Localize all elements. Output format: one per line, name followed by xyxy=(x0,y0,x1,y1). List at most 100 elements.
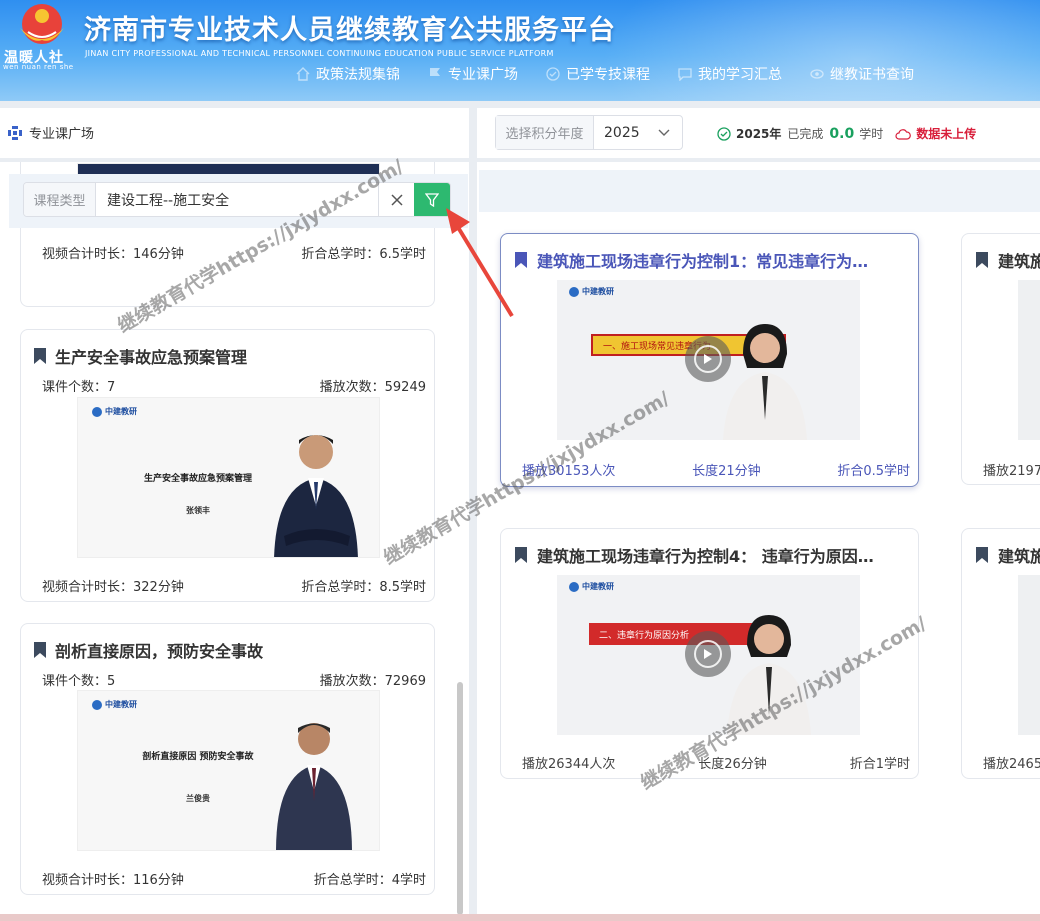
nav-certificate-label: 继教证书查询 xyxy=(830,67,914,83)
logo-subtext: wen nuan ren she xyxy=(3,63,74,71)
flag-icon xyxy=(430,68,440,80)
bottom-strip xyxy=(0,914,1040,921)
video-credit: 折合1学时 xyxy=(849,757,910,772)
play-icon xyxy=(704,649,712,659)
nav-courses[interactable]: 专业课广场 xyxy=(428,64,518,84)
section-bar-left: 专业课广场 xyxy=(0,108,469,158)
course-thumbnail: 中建教研 生产安全事故应急预案管理 张领丰 xyxy=(77,397,380,558)
site-title: 济南市专业技术人员继续教育公共服务平台 xyxy=(84,15,616,46)
year-select[interactable]: 选择积分年度 2025 xyxy=(495,115,683,150)
presenter-image xyxy=(274,435,358,557)
course-type-filter[interactable]: 课程类型 建设工程--施工安全 xyxy=(23,182,451,217)
course-list-panel: 视频合计时长：146分钟 折合总学时：6.5学时 生产安全事故应急预案管理 课件… xyxy=(0,162,469,921)
grid-header-strip xyxy=(479,170,1040,212)
section-title-label: 专业课广场 xyxy=(29,127,95,142)
course-footer: 视频合计时长：116分钟 折合总学时：4学时 xyxy=(42,869,426,888)
cloud-icon xyxy=(895,128,912,140)
video-thumbnail xyxy=(1018,575,1040,735)
eye-icon xyxy=(810,69,824,79)
nav-learned-label: 已学专技课程 xyxy=(566,67,650,83)
nav-summary[interactable]: 我的学习汇总 xyxy=(678,64,782,84)
video-stats: 播放30153人次 长度21分钟 折合0.5学时 xyxy=(522,460,910,479)
course-credit: 折合总学时：6.5学时 xyxy=(301,247,426,262)
video-title-text: 建筑施 xyxy=(998,252,1040,271)
nav-policy-label: 政策法规集锦 xyxy=(316,67,400,83)
bookmark-icon xyxy=(34,642,46,658)
chat-icon xyxy=(678,68,692,81)
course-credit: 折合总学时：4学时 xyxy=(313,873,426,888)
progress-done-label: 已完成 xyxy=(787,127,824,141)
bookmark-icon xyxy=(976,252,988,268)
course-plays: 播放次数：59249 xyxy=(319,380,426,395)
video-plays: 播放2465 xyxy=(983,757,1040,772)
site-subtitle: JINAN CITY PROFESSIONAL AND TECHNICAL PE… xyxy=(85,49,554,58)
video-length: 长度26分钟 xyxy=(698,757,767,772)
nav-learned[interactable]: 已学专技课程 xyxy=(546,64,650,84)
learning-progress: 2025年 已完成 0.0 学时 数据未上传 xyxy=(717,125,976,142)
progress-hours: 0.0 xyxy=(829,125,855,142)
bookmark-icon xyxy=(976,547,988,563)
video-card[interactable]: 建筑施 播放2197 xyxy=(961,233,1040,485)
site-header: 温暖人社 wen nuan ren she 济南市专业技术人员继续教育公共服务平… xyxy=(0,0,1040,101)
video-card[interactable]: 建筑施 播放2465 xyxy=(961,528,1040,779)
clear-filter-button[interactable] xyxy=(378,183,414,216)
video-title-text: 建筑施 xyxy=(998,547,1040,566)
video-stats: 播放26344人次 长度26分钟 折合1学时 xyxy=(522,753,910,772)
video-title-text: 建筑施工现场违章行为控制4： 违章行为原因… xyxy=(537,547,874,566)
bookmark-icon xyxy=(515,547,527,563)
video-length: 长度21分钟 xyxy=(692,464,761,479)
video-title: 建筑施 xyxy=(975,248,1040,272)
video-card[interactable]: 建筑施工现场违章行为控制1：常见违章行为… 中建教研 一、施工现场常见违章行为 … xyxy=(500,233,919,487)
grid-icon xyxy=(8,125,22,140)
year-value: 2025 xyxy=(604,124,640,141)
brand-logo: 中建教研 xyxy=(569,581,614,592)
close-icon xyxy=(390,193,403,206)
course-card[interactable]: 生产安全事故应急预案管理 课件个数：7 播放次数：59249 中建教研 生产安全… xyxy=(20,329,435,602)
presenter-image xyxy=(727,615,811,735)
video-thumbnail xyxy=(1018,280,1040,440)
course-duration: 视频合计时长：322分钟 xyxy=(42,580,184,595)
filter-value[interactable]: 建设工程--施工安全 xyxy=(96,183,378,216)
video-title-text: 建筑施工现场违章行为控制1：常见违章行为… xyxy=(537,252,869,271)
course-footer: 视频合计时长：322分钟 折合总学时：8.5学时 xyxy=(42,576,426,595)
section-title: 专业课广场 xyxy=(8,123,94,142)
course-title: 剖析直接原因，预防安全事故 xyxy=(33,638,263,662)
video-plays: 播放30153人次 xyxy=(522,464,616,479)
video-thumbnail: 中建教研 一、施工现场常见违章行为 xyxy=(557,280,860,440)
nav-certificate[interactable]: 继教证书查询 xyxy=(810,64,914,84)
course-title-text: 剖析直接原因，预防安全事故 xyxy=(55,642,264,661)
scrollbar[interactable] xyxy=(457,682,463,915)
filter-bar: 课程类型 建设工程--施工安全 xyxy=(9,174,468,228)
video-title: 建筑施 xyxy=(975,543,1040,567)
course-stats: 课件个数：5 播放次数：72969 xyxy=(42,670,426,689)
course-count: 课件个数：7 xyxy=(42,380,116,395)
header-glow xyxy=(600,0,1040,101)
video-title: 建筑施工现场违章行为控制4： 违章行为原因… xyxy=(514,543,874,567)
course-count: 课件个数：5 xyxy=(42,674,116,689)
upload-status: 数据未上传 xyxy=(916,127,977,141)
presenter-image xyxy=(723,324,807,440)
course-card[interactable]: 剖析直接原因，预防安全事故 课件个数：5 播放次数：72969 中建教研 剖析直… xyxy=(20,623,435,895)
video-card[interactable]: 建筑施工现场违章行为控制4： 违章行为原因… 中建教研 二、违章行为原因分析 播… xyxy=(500,528,919,779)
course-duration: 视频合计时长：116分钟 xyxy=(42,873,184,888)
brand-logo: 中建教研 xyxy=(92,406,137,417)
video-plays: 播放26344人次 xyxy=(522,757,616,772)
filter-icon xyxy=(425,192,439,207)
bookmark-icon xyxy=(34,348,46,364)
play-button[interactable] xyxy=(685,336,731,382)
video-thumbnail: 中建教研 二、违章行为原因分析 xyxy=(557,575,860,735)
play-button[interactable] xyxy=(685,631,731,677)
course-thumbnail: 中建教研 剖析直接原因 预防安全事故 兰俊贵 xyxy=(77,690,380,851)
nav-policy[interactable]: 政策法规集锦 xyxy=(296,64,400,84)
main-nav: 政策法规集锦 专业课广场 已学专技课程 我的学习汇总 继教证书查询 xyxy=(296,64,942,84)
brand-logo: 中建教研 xyxy=(92,699,137,710)
progress-unit: 学时 xyxy=(859,127,884,141)
chevron-down-icon xyxy=(658,129,670,136)
progress-year: 2025年 xyxy=(736,127,782,141)
course-stats: 课件个数：7 播放次数：59249 xyxy=(42,376,426,395)
check-circle-icon xyxy=(546,67,560,81)
year-select-value[interactable]: 2025 xyxy=(594,116,682,149)
nav-summary-label: 我的学习汇总 xyxy=(698,67,782,83)
home-icon xyxy=(296,67,310,81)
section-bar-right: 选择积分年度 2025 2025年 已完成 0.0 学时 数据未上传 xyxy=(477,108,1040,158)
